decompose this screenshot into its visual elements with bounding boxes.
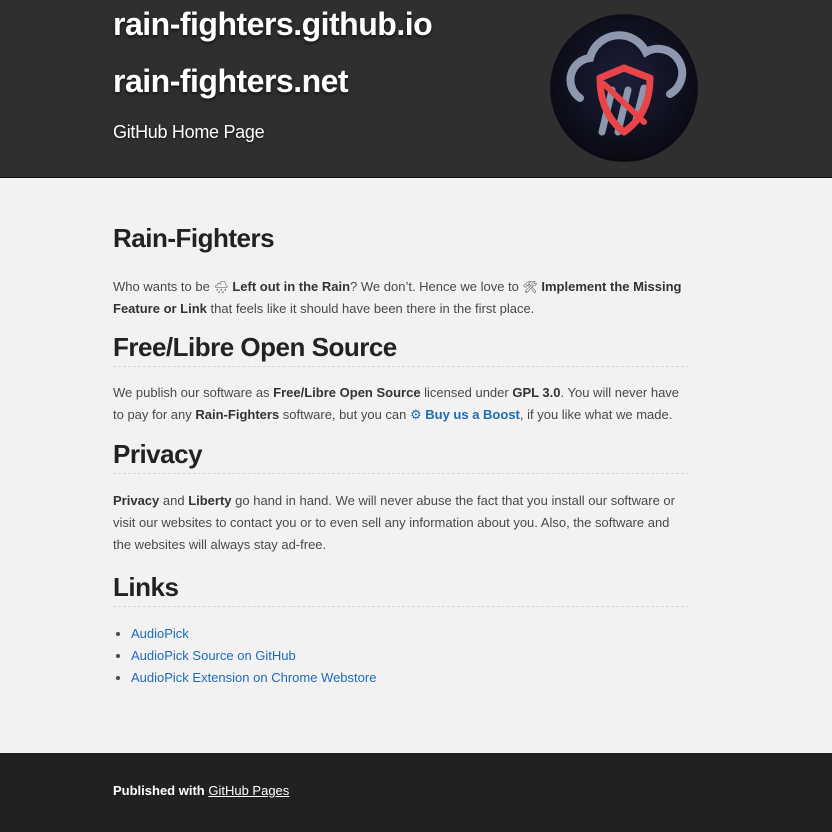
section-links: Links AudioPick AudioPick Source on GitH…	[113, 571, 689, 689]
rain-cloud-shield-icon	[550, 14, 698, 162]
section-rain-fighters: Rain-Fighters Who wants to be 🌧 Left out…	[113, 222, 689, 320]
heading-privacy: Privacy	[113, 438, 689, 474]
intro-paragraph: Who wants to be 🌧 Left out in the Rain? …	[113, 276, 689, 320]
heading-rain-fighters: Rain-Fighters	[113, 223, 275, 253]
tools-icon: 🛠	[522, 280, 538, 294]
site-tagline: GitHub Home Page	[113, 122, 265, 142]
published-prefix: Published with	[113, 783, 209, 798]
intro-text-1: Who wants to be	[113, 279, 214, 294]
section-privacy: Privacy Privacy and Liberty go hand in h…	[113, 438, 689, 556]
site-footer: Published with GitHub Pages	[0, 753, 832, 832]
foss-text-1: We publish our software as	[113, 385, 274, 400]
foss-bold-rain-fighters: Rain-Fighters	[195, 407, 280, 422]
site-header: rain-fighters.github.io rain-fighters.ne…	[0, 0, 832, 178]
audiopick-chrome-webstore-link[interactable]: AudioPick Extension on Chrome Webstore	[131, 670, 376, 685]
list-item: AudioPick Extension on Chrome Webstore	[131, 667, 689, 689]
intro-text-2: ? We don’t. Hence we love to	[350, 279, 523, 294]
heading-foss: Free/Libre Open Source	[113, 331, 689, 367]
list-item: AudioPick	[131, 623, 689, 645]
privacy-bold-liberty: Liberty	[188, 493, 232, 508]
foss-text-2: licensed under	[420, 385, 513, 400]
site-title-github-io: rain-fighters.github.io	[113, 6, 433, 42]
heading-links: Links	[113, 571, 689, 607]
foss-paragraph: We publish our software as Free/Libre Op…	[113, 382, 689, 426]
published-with: Published with GitHub Pages	[113, 783, 289, 798]
foss-text-4: software, but you can	[279, 407, 410, 422]
privacy-bold-privacy: Privacy	[113, 493, 160, 508]
foss-bold-open-source: Free/Libre Open Source	[273, 385, 421, 400]
foss-bold-gpl: GPL 3.0	[512, 385, 561, 400]
intro-text-3: that feels like it should have been ther…	[206, 301, 535, 316]
intro-bold-left-out: Left out in the Rain	[232, 279, 351, 294]
rain-cloud-icon: 🌧	[213, 280, 229, 294]
site-title-net: rain-fighters.net	[113, 63, 349, 99]
audiopick-link[interactable]: AudioPick	[131, 626, 189, 641]
main-content: Rain-Fighters Who wants to be 🌧 Left out…	[113, 222, 689, 689]
list-item: AudioPick Source on GitHub	[131, 645, 689, 667]
github-pages-link[interactable]: GitHub Pages	[208, 783, 289, 798]
links-list: AudioPick AudioPick Source on GitHub Aud…	[113, 623, 689, 689]
section-foss: Free/Libre Open Source We publish our so…	[113, 331, 689, 426]
privacy-paragraph: Privacy and Liberty go hand in hand. We …	[113, 490, 689, 556]
foss-text-5: , if you like what we made.	[519, 407, 673, 422]
audiopick-source-link[interactable]: AudioPick Source on GitHub	[131, 648, 296, 663]
buy-us-a-boost-link[interactable]: ⚙ Buy us a Boost	[410, 407, 520, 422]
privacy-text-1: and	[159, 493, 189, 508]
